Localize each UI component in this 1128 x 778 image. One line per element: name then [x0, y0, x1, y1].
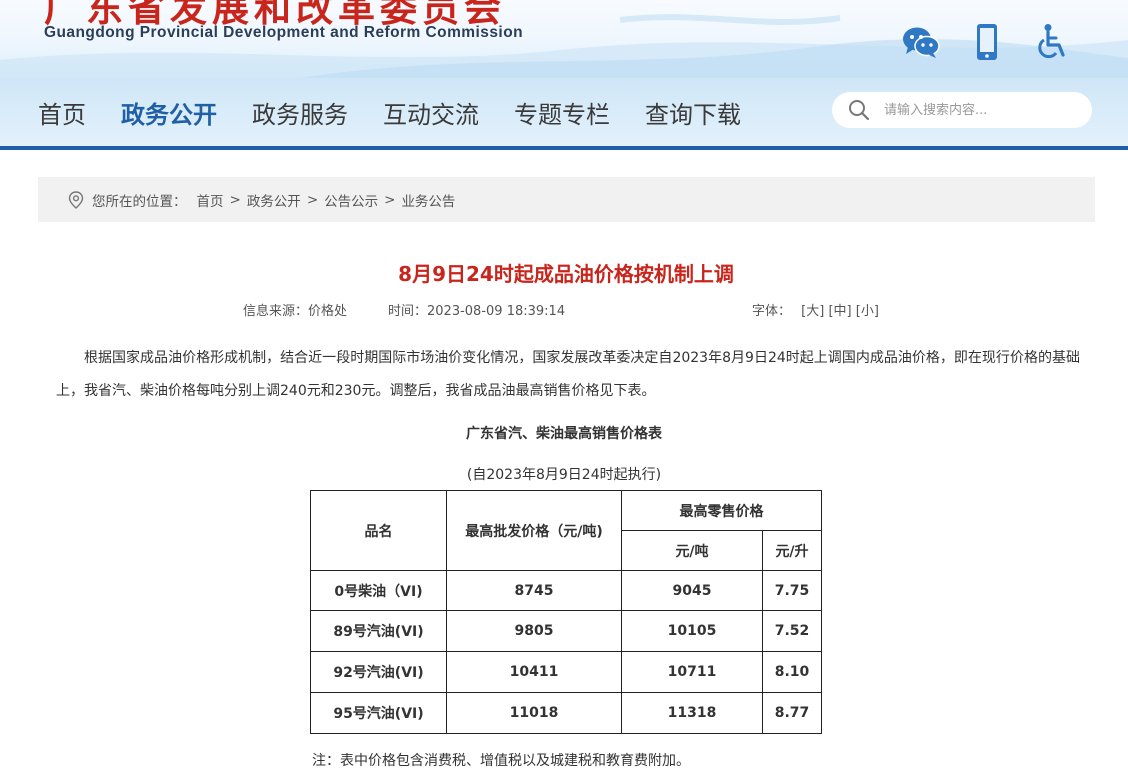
table-header-retail-liter: 元/升 [762, 530, 822, 571]
article-source: 信息来源：价格处 [243, 300, 347, 319]
price-table-title: 广东省汽、柴油最高销售价格表 [466, 426, 662, 442]
search-box [832, 92, 1092, 128]
table-header-retail: 最高零售价格 [621, 490, 822, 531]
source-label: 信息来源： [243, 304, 309, 319]
search-input[interactable] [882, 101, 1086, 119]
nav-list: 首页 政务公开 政务服务 互动交流 专题专栏 查询下载 [38, 78, 776, 146]
accessibility-icon[interactable] [1034, 22, 1072, 62]
article-time: 时间：2023-08-09 18:39:14 [388, 300, 565, 319]
nav-item-interaction[interactable]: 互动交流 [383, 95, 479, 130]
article-paragraph: 根据国家成品油价格形成机制，结合近一段时期国际市场油价变化情况，国家发展改革委决… [56, 350, 1080, 399]
breadcrumb-separator: > [306, 191, 319, 208]
article-title: 8月9日24时起成品油价格按机制上调 [398, 262, 734, 286]
nav-item-gov-services[interactable]: 政务服务 [252, 95, 348, 130]
breadcrumb-announcements[interactable]: 公告公示 [324, 190, 378, 210]
nav-item-query-download[interactable]: 查询下载 [645, 95, 741, 130]
font-size-switcher: 字体： [大] [中] [小] [752, 300, 879, 319]
breadcrumb-prefix: 您所在的位置： [92, 193, 187, 210]
font-label: 字体： [752, 304, 792, 319]
location-pin-icon [68, 190, 84, 209]
price-table-subtitle: (自2023年8月9日24时起执行) [466, 467, 662, 483]
cell-retail-ton: 10711 [621, 651, 763, 693]
table-header-name: 品名 [310, 490, 447, 571]
main-nav: 首页 政务公开 政务服务 互动交流 专题专栏 查询下载 [0, 78, 1128, 146]
cell-retail-liter: 7.75 [762, 570, 822, 611]
breadcrumb: 您所在的位置： 首页 > 政务公开 > 公告公示 > 业务公告 [38, 177, 1095, 222]
nav-item-home[interactable]: 首页 [38, 95, 86, 130]
source-value: 价格处 [308, 304, 348, 319]
font-small-link[interactable]: [小] [856, 304, 879, 319]
cell-product-name: 89号汽油(VI) [310, 610, 447, 652]
cell-retail-ton: 10105 [621, 610, 763, 652]
cell-wholesale: 9805 [446, 610, 622, 652]
site-logo-english[interactable]: Guangdong Provincial Development and Ref… [44, 24, 523, 42]
nav-item-special-topics[interactable]: 专题专栏 [514, 95, 610, 130]
cell-wholesale: 10411 [446, 651, 622, 693]
table-row: 95号汽油(VI) 11018 11318 8.77 [310, 692, 822, 734]
font-large-link[interactable]: [大] [801, 304, 824, 319]
cell-product-name: 0号柴油（VI) [310, 570, 447, 611]
cell-retail-ton: 9045 [621, 570, 763, 611]
breadcrumb-gov-affairs-open[interactable]: 政务公开 [247, 190, 301, 210]
time-value: 2023-08-09 18:39:14 [427, 304, 566, 319]
cell-retail-ton: 11318 [621, 692, 763, 734]
price-table: 品名 最高批发价格（元/吨) 最高零售价格 元/吨 元/升 0号柴油（VI) 8… [310, 490, 822, 734]
table-row: 89号汽油(VI) 9805 10105 7.52 [310, 610, 822, 652]
table-footnote: 注：表中价格包含消费税、增值税以及城建税和教育费附加。 [312, 753, 690, 769]
mobile-icon[interactable] [968, 22, 1006, 62]
breadcrumb-business-announcements[interactable]: 业务公告 [401, 190, 455, 210]
cell-wholesale: 11018 [446, 692, 622, 734]
cell-retail-liter: 8.77 [762, 692, 822, 734]
breadcrumb-home[interactable]: 首页 [197, 190, 224, 210]
cell-retail-liter: 8.10 [762, 651, 822, 693]
font-medium-link[interactable]: [中] [828, 304, 851, 319]
breadcrumb-separator: > [384, 191, 396, 208]
table-header-wholesale: 最高批发价格（元/吨) [446, 490, 622, 571]
nav-item-gov-affairs-open[interactable]: 政务公开 [121, 95, 217, 130]
header-tool-icons [902, 22, 1072, 62]
table-row: 92号汽油(VI) 10411 10711 8.10 [310, 651, 822, 693]
cell-retail-liter: 7.52 [762, 610, 822, 652]
table-row: 0号柴油（VI) 8745 9045 7.75 [310, 570, 822, 611]
header-banner: 广东省发展和改革委员会 Guangdong Provincial Develop… [0, 0, 1128, 78]
search-icon[interactable] [848, 98, 872, 122]
cell-product-name: 95号汽油(VI) [310, 692, 447, 734]
breadcrumb-separator: > [229, 191, 241, 208]
wechat-icon[interactable] [902, 22, 940, 62]
table-header-retail-ton: 元/吨 [621, 530, 763, 571]
cell-product-name: 92号汽油(VI) [310, 651, 447, 693]
cell-wholesale: 8745 [446, 570, 622, 611]
time-label: 时间： [388, 304, 428, 319]
nav-divider [0, 146, 1128, 150]
